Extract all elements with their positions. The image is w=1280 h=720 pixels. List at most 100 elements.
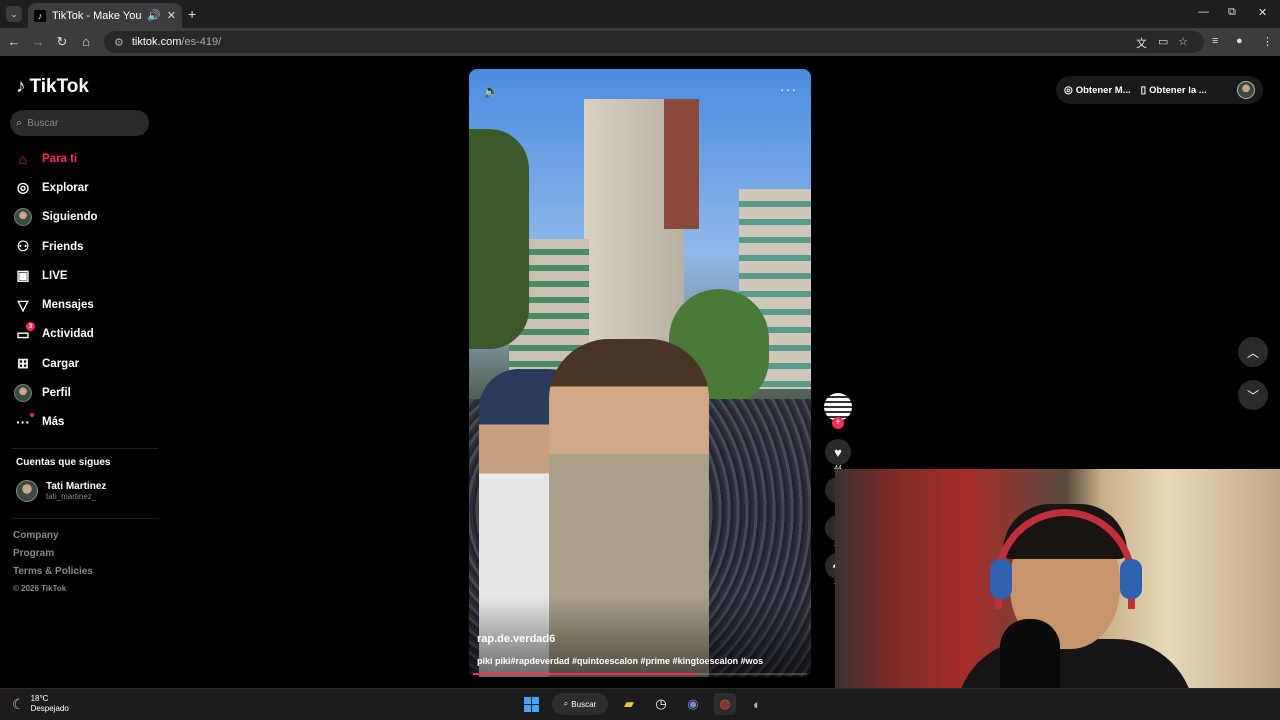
sidebar-item-friends[interactable]: ⚇ Friends <box>14 232 154 261</box>
reload-icon[interactable]: ↻ <box>54 34 70 50</box>
sidebar-item-mas[interactable]: ··· Más <box>14 408 154 437</box>
following-header: Cuentas que sigues <box>16 457 111 468</box>
following-avatar-icon <box>14 208 32 227</box>
get-app-label: Obtener la ... <box>1149 84 1207 96</box>
sidebar-item-cargar[interactable]: ⊞ Cargar <box>14 349 154 378</box>
footer-link-terms[interactable]: Terms & Policies <box>13 566 93 584</box>
search-box[interactable]: ⌕ <box>10 110 149 136</box>
sidebar-item-label: LIVE <box>42 269 68 282</box>
clock-app-icon[interactable]: ◷ <box>650 693 672 715</box>
site-info-icon[interactable]: ⚙ <box>114 36 124 49</box>
bookmark-star-icon[interactable]: ☆ <box>1178 35 1188 48</box>
forward-icon[interactable]: → <box>30 34 46 49</box>
copyright: © 2026 TikTok <box>13 584 67 593</box>
divider <box>12 448 158 449</box>
get-coins-button[interactable]: ◎ Obtener M... <box>1064 85 1131 96</box>
sidebar-item-label: Friends <box>42 240 84 253</box>
chevron-up-icon: ︿ <box>1246 345 1259 360</box>
tab-list-button[interactable]: ⌄ <box>6 6 22 22</box>
activity-badge: 3 <box>26 322 35 332</box>
new-tab-button[interactable]: + <box>188 6 196 22</box>
file-explorer-icon[interactable]: ▰ <box>618 693 640 715</box>
video-progress-fill <box>473 673 697 675</box>
menu-icon[interactable]: ⋮ <box>1262 35 1273 48</box>
steam-icon[interactable]: ◐ <box>746 693 768 715</box>
sidebar-item-label: Perfil <box>42 387 71 400</box>
sidebar-item-label: Actividad <box>42 328 94 341</box>
profile-icon[interactable]: ● <box>1236 35 1243 47</box>
sidebar-item-label: Cargar <box>42 357 80 370</box>
next-video-button[interactable]: ﹀ <box>1238 380 1268 410</box>
minimize-button[interactable]: — <box>1198 6 1209 18</box>
media-control-icon[interactable]: ≡ <box>1212 35 1218 47</box>
activity-icon: ▭ 3 <box>14 322 35 343</box>
follow-plus-icon[interactable]: + <box>832 417 844 429</box>
tab-tiktok[interactable]: ♪ TikTok - Make Your Day 🔊 ✕ <box>28 3 182 28</box>
coin-icon: ◎ <box>1064 84 1073 96</box>
tiktok-note-icon: ♪ <box>16 76 26 97</box>
video-progress-bar[interactable] <box>473 673 807 675</box>
like-button[interactable]: ♥ <box>825 439 851 465</box>
sidebar-item-actividad[interactable]: ▭ 3 Actividad <box>14 320 154 349</box>
video-building <box>664 99 699 229</box>
sidebar-item-label: Siguiendo <box>42 211 98 224</box>
more-dots-icon: ··· <box>14 413 34 431</box>
home-browser-icon[interactable]: ⌂ <box>78 34 94 49</box>
maximize-button[interactable]: ⧉ <box>1228 6 1236 19</box>
more-options-icon[interactable]: ··· <box>780 81 797 97</box>
home-icon: ⌂ <box>18 150 28 167</box>
address-bar[interactable]: ⚙ tiktok.com/es-419/ <box>104 31 1204 53</box>
sidebar-item-siguiendo[interactable]: Siguiendo <box>14 203 154 232</box>
weather-widget[interactable]: ☾ 18°C Despejado <box>12 694 69 714</box>
tiktok-logo[interactable]: ♪ TikTok <box>16 76 89 98</box>
weather-temp: 18°C <box>30 694 49 703</box>
headset-ear <box>990 559 1012 599</box>
phone-icon: ▯ <box>1140 84 1147 96</box>
volume-icon[interactable]: 🔈 <box>483 83 499 99</box>
cast-icon[interactable]: ▭ <box>1158 35 1168 48</box>
video-username[interactable]: rap.de.verdad6 <box>477 633 555 645</box>
translate-icon[interactable]: 文 <box>1136 35 1147 51</box>
url-host: tiktok.com <box>131 36 182 48</box>
sidebar-nav: ⌂ Para ti ◎ Explorar Siguiendo ⚇ Friends… <box>14 144 154 437</box>
video-player[interactable]: 🔈 ··· rap.de.verdad6 piki piki#rapdeverd… <box>469 69 811 677</box>
get-app-button[interactable]: ▯ Obtener la ... <box>1141 85 1207 96</box>
sidebar-item-perfil[interactable]: Perfil <box>14 378 154 407</box>
upload-icon: ⊞ <box>17 355 29 372</box>
back-icon[interactable]: ← <box>6 34 22 49</box>
sidebar-item-explorar[interactable]: ◎ Explorar <box>14 173 154 202</box>
sidebar-item-live[interactable]: ▣ LIVE <box>14 261 154 290</box>
taskbar-search[interactable]: ⌕ Buscar <box>552 693 608 715</box>
top-right-actions: ◎ Obtener M... ▯ Obtener la ... <box>1056 76 1263 104</box>
discord-icon[interactable]: ◉ <box>682 693 704 715</box>
sidebar-item-label: Para ti <box>42 152 78 165</box>
sidebar-item-label: Más <box>42 416 65 429</box>
tiktok-favicon-icon: ♪ <box>34 9 46 22</box>
compass-icon: ◎ <box>16 179 30 196</box>
tab-close-icon[interactable]: ✕ <box>167 9 176 22</box>
close-window-button[interactable]: ✕ <box>1258 6 1267 19</box>
user-avatar[interactable] <box>1237 81 1255 99</box>
footer-link-program[interactable]: Program <box>13 548 93 566</box>
following-name: Tati Martinez <box>46 481 107 492</box>
heart-icon: ♥ <box>834 444 842 460</box>
tab-audio-icon[interactable]: 🔊 <box>147 9 161 22</box>
previous-video-button[interactable]: ︿ <box>1238 337 1268 367</box>
moon-icon: ☾ <box>12 695 25 712</box>
search-icon: ⌕ <box>563 699 569 708</box>
video-caption: piki piki#rapdeverdad #quintoescalon #pr… <box>477 656 764 666</box>
weather-condition: Despejado <box>30 704 69 713</box>
sidebar-item-label: Explorar <box>42 181 89 194</box>
chrome-icon[interactable]: ◍ <box>714 693 736 715</box>
following-account[interactable]: Tati Martinez tati_martinez_ <box>16 480 106 502</box>
windows-taskbar: ☾ 18°C Despejado ⌕ Buscar ▰ ◷ ◉ ◍ ◐ <box>0 688 1280 720</box>
browser-toolbar: ← → ↻ ⌂ ⚙ tiktok.com/es-419/ 文 ▭ ☆ ≡ ● ⋮ <box>0 28 1280 56</box>
sidebar-item-para-ti[interactable]: ⌂ Para ti <box>14 144 154 173</box>
footer-link-company[interactable]: Company <box>13 530 93 548</box>
creator-avatar[interactable]: + <box>824 393 852 429</box>
search-input[interactable] <box>27 117 138 129</box>
avatar <box>16 480 38 502</box>
browser-tabstrip: ⌄ ♪ TikTok - Make Your Day 🔊 ✕ + — ⧉ ✕ <box>0 0 1280 28</box>
sidebar-item-mensajes[interactable]: ▽ Mensajes <box>14 290 154 319</box>
start-button[interactable] <box>520 693 542 715</box>
